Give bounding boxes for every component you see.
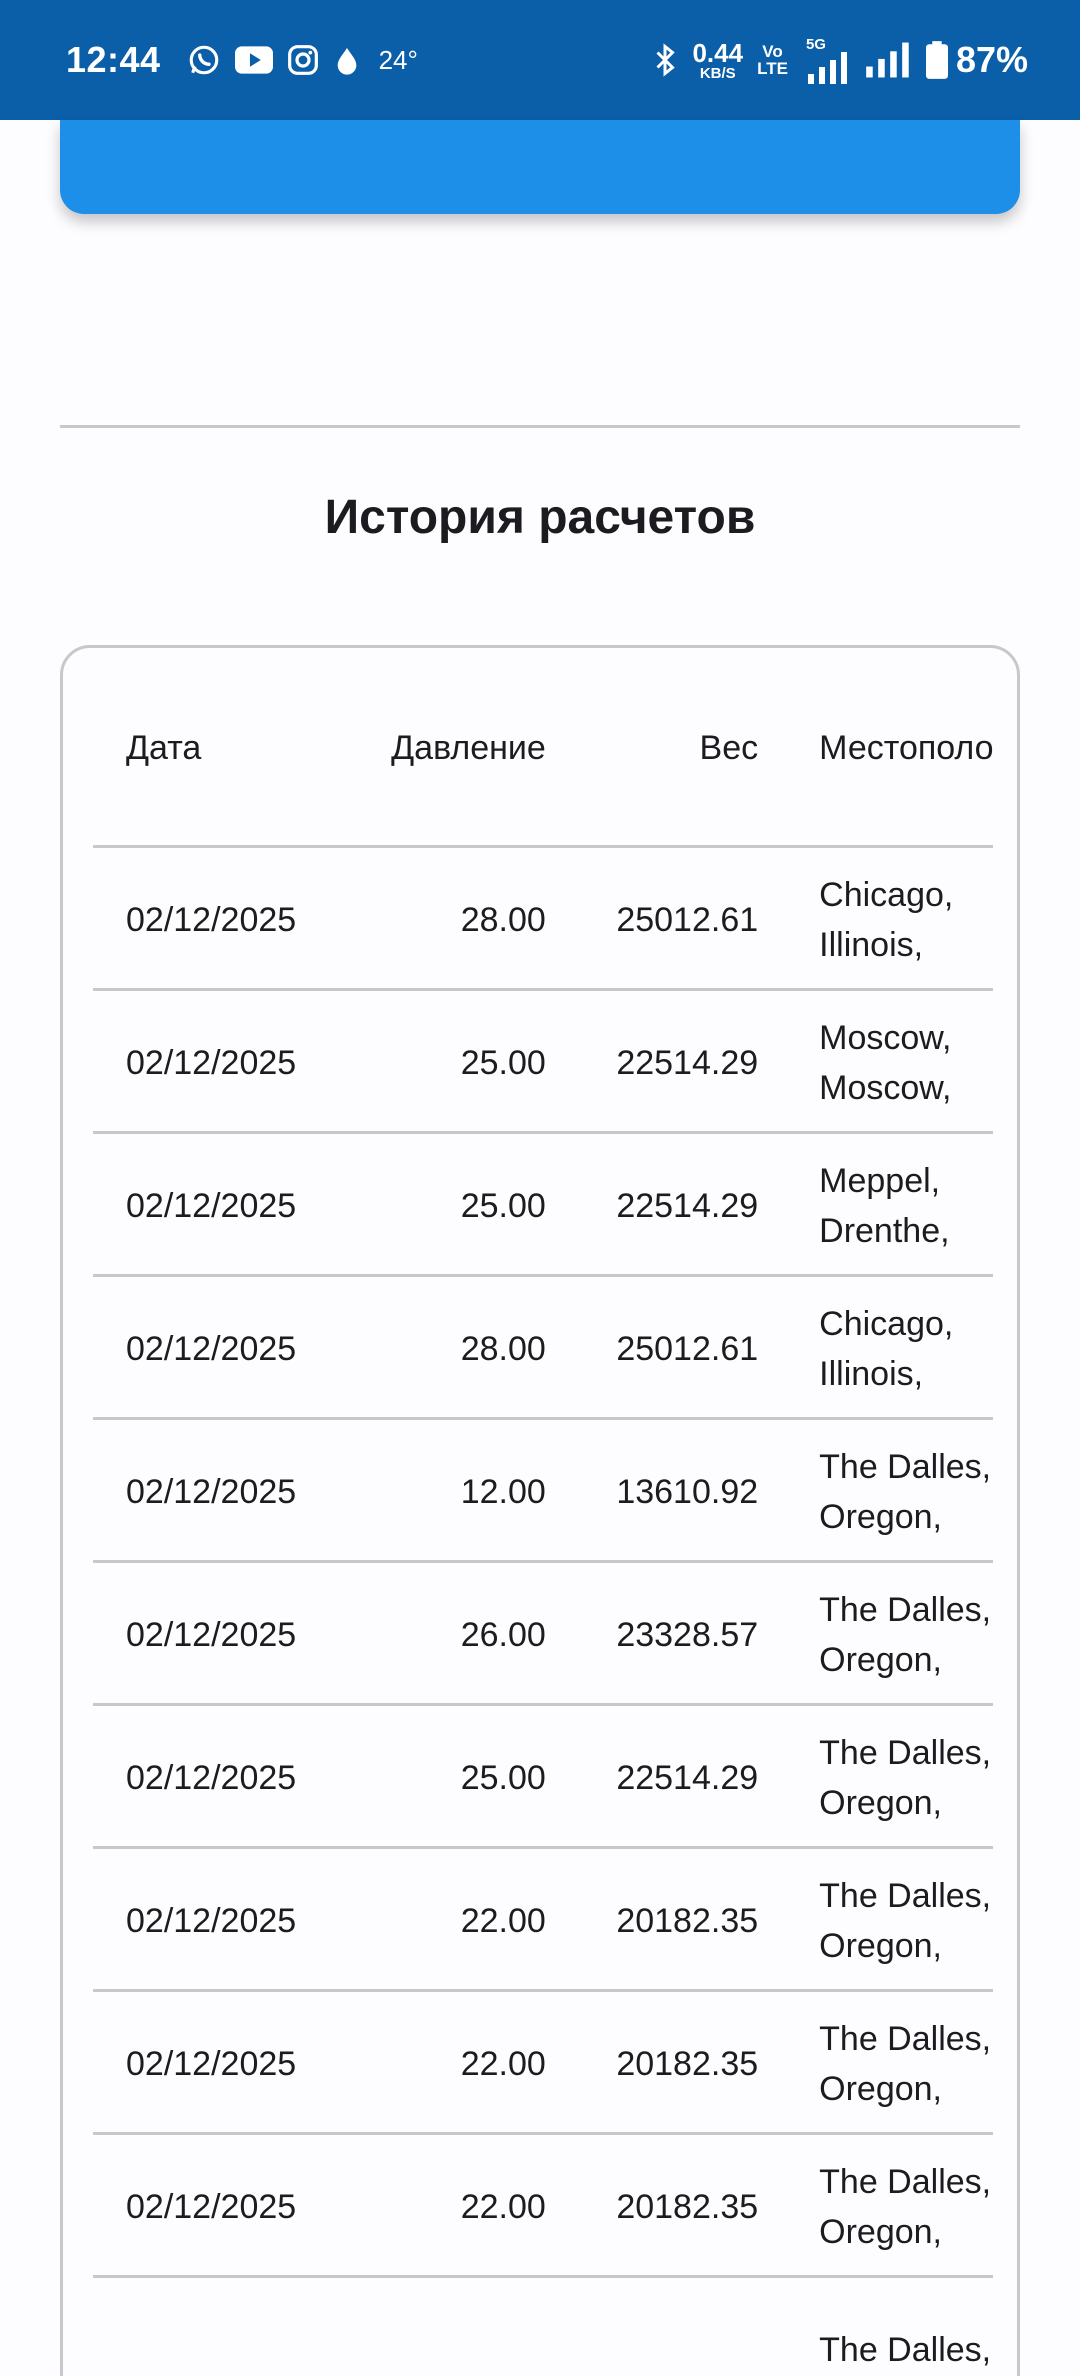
- cell-date: 02/12/2025: [126, 1615, 297, 1654]
- cell-pressure: 25.00: [460, 1186, 546, 1225]
- location-city: The Dalles,: [819, 1877, 992, 1915]
- network-speed: 0.44 KB/S: [692, 37, 744, 82]
- header-date[interactable]: Дата: [93, 729, 321, 768]
- cell-weight: 23328.57: [616, 1615, 759, 1654]
- cell-weight: 20182.35: [616, 2187, 759, 2226]
- header-location[interactable]: Местополо: [758, 723, 1017, 773]
- cell-pressure: 25.00: [460, 1043, 546, 1082]
- cell-weight: 25012.61: [616, 900, 759, 939]
- location-region: Oregon,: [819, 1498, 942, 1536]
- cell-date: 02/12/2025: [126, 2044, 297, 2083]
- location-city: The Dalles,: [819, 1448, 992, 1486]
- table-row[interactable]: 02/12/2025 12.00 13610.92 The Dalles, Oregon…: [93, 1420, 1017, 1564]
- cell-pressure: 12.00: [460, 1472, 546, 1511]
- location-region: Oregon,: [819, 2213, 942, 2251]
- location-region: Oregon,: [819, 1641, 942, 1679]
- section-divider: [60, 425, 1020, 428]
- signal-icon: 5G: [806, 37, 850, 84]
- location-region: Oregon,: [819, 1927, 942, 1965]
- cell-location: The Dalles, Oregon,: [758, 1871, 1017, 1971]
- cell-pressure: 28.00: [460, 1329, 546, 1368]
- cell-pressure: 22.00: [460, 2044, 546, 2083]
- cell-weight: 13610.92: [616, 1472, 759, 1511]
- header-weight[interactable]: Вес: [546, 729, 759, 768]
- table-row[interactable]: The Dalles,: [93, 2278, 1017, 2376]
- location-region: Drenthe,: [819, 1212, 950, 1250]
- table-row[interactable]: 02/12/2025 25.00 22514.29 The Dalles, Oregon…: [93, 1706, 1017, 1850]
- location-region: Oregon,: [819, 2070, 942, 2108]
- location-city: Meppel,: [819, 1162, 941, 1200]
- volte-indicator: Vo LTE: [757, 42, 788, 78]
- location-city: The Dalles,: [819, 1591, 992, 1629]
- cell-weight: 20182.35: [616, 2044, 759, 2083]
- cell-weight: 22514.29: [616, 1043, 759, 1082]
- cell-date: 02/12/2025: [126, 1758, 297, 1797]
- cell-date: 02/12/2025: [126, 1329, 297, 1368]
- cell-location: The Dalles, Oregon,: [758, 2157, 1017, 2257]
- cell-pressure: 22.00: [460, 2187, 546, 2226]
- cell-location: The Dalles, Oregon,: [758, 1585, 1017, 1685]
- location-city: The Dalles,: [819, 2163, 992, 2201]
- location-region: Illinois,: [819, 926, 924, 964]
- cell-pressure: 26.00: [460, 1615, 546, 1654]
- table-row[interactable]: 02/12/2025 28.00 25012.61 Chicago, Illinois,: [93, 848, 1017, 992]
- location-region: Illinois,: [819, 1355, 924, 1393]
- cell-location: The Dalles, Oregon,: [758, 1442, 1017, 1542]
- cell-location: Chicago, Illinois,: [758, 1299, 1017, 1399]
- cell-pressure: 25.00: [460, 1758, 546, 1797]
- drop-icon: [333, 44, 361, 76]
- table-row[interactable]: 02/12/2025 25.00 22514.29 Moscow, Moscow,: [93, 991, 1017, 1135]
- youtube-icon: [234, 45, 273, 75]
- cell-location: Meppel, Drenthe,: [758, 1156, 1017, 1256]
- battery-icon: [925, 41, 948, 79]
- table-row[interactable]: 02/12/2025 22.00 20182.35 The Dalles, Oregon…: [93, 2135, 1017, 2279]
- history-table[interactable]: Дата Давление Вес Местополо 02/12/2025 28…: [60, 645, 1020, 2376]
- table-row[interactable]: 02/12/2025 22.00 20182.35 The Dalles, Oregon…: [93, 1849, 1017, 1993]
- location-city: The Dalles,: [819, 1734, 992, 1772]
- table-row[interactable]: 02/12/2025 22.00 20182.35 The Dalles, Oregon…: [93, 1992, 1017, 2136]
- table-header: Дата Давление Вес Местополо: [93, 648, 1017, 848]
- status-time: 12:44: [66, 39, 161, 80]
- location-city: The Dalles,: [819, 2020, 992, 2058]
- cell-weight: 22514.29: [616, 1186, 759, 1225]
- table-row[interactable]: 02/12/2025 26.00 23328.57 The Dalles, Oregon…: [93, 1563, 1017, 1707]
- battery-percent: 87%: [955, 39, 1028, 80]
- location-city: Chicago,: [819, 876, 954, 914]
- status-temperature: 24°: [378, 44, 418, 75]
- cell-date: 02/12/2025: [126, 1186, 297, 1225]
- instagram-icon: [287, 44, 319, 76]
- location-region: Oregon,: [819, 1784, 942, 1822]
- cell-date: 02/12/2025: [126, 900, 297, 939]
- cell-date: 02/12/2025: [126, 2187, 297, 2226]
- cell-date: 02/12/2025: [126, 1472, 297, 1511]
- location-city: Chicago,: [819, 1305, 954, 1343]
- location-city: The Dalles,: [819, 2331, 992, 2369]
- bluetooth-icon: [652, 42, 678, 78]
- cell-pressure: 28.00: [460, 900, 546, 939]
- cell-weight: 22514.29: [616, 1758, 759, 1797]
- cell-location: The Dalles, Oregon,: [758, 1728, 1017, 1828]
- signal-icon: [864, 42, 912, 78]
- cell-date: 02/12/2025: [126, 1043, 297, 1082]
- cell-location: Moscow, Moscow,: [758, 1013, 1017, 1113]
- location-city: Moscow,: [819, 1019, 952, 1057]
- cell-weight: 25012.61: [616, 1329, 759, 1368]
- table-row[interactable]: 02/12/2025 25.00 22514.29 Meppel, Drenthe,: [93, 1134, 1017, 1278]
- location-region: Moscow,: [819, 1069, 952, 1107]
- cell-location: The Dalles, Oregon,: [758, 2014, 1017, 2114]
- header-pressure[interactable]: Давление: [321, 729, 546, 768]
- cell-location: Chicago, Illinois,: [758, 870, 1017, 970]
- cell-weight: 20182.35: [616, 1901, 759, 1940]
- cell-date: 02/12/2025: [126, 1901, 297, 1940]
- calculate-button[interactable]: [60, 120, 1020, 214]
- cell-pressure: 22.00: [460, 1901, 546, 1940]
- cell-location: The Dalles,: [758, 2325, 1017, 2375]
- table-row[interactable]: 02/12/2025 28.00 25012.61 Chicago, Illinois,: [93, 1277, 1017, 1421]
- history-title: История расчетов: [324, 491, 756, 544]
- whatsapp-icon: [187, 43, 221, 77]
- status-bar: 12:44 24° 0.44 KB/S Vo LTE 5G 87%: [0, 0, 1080, 120]
